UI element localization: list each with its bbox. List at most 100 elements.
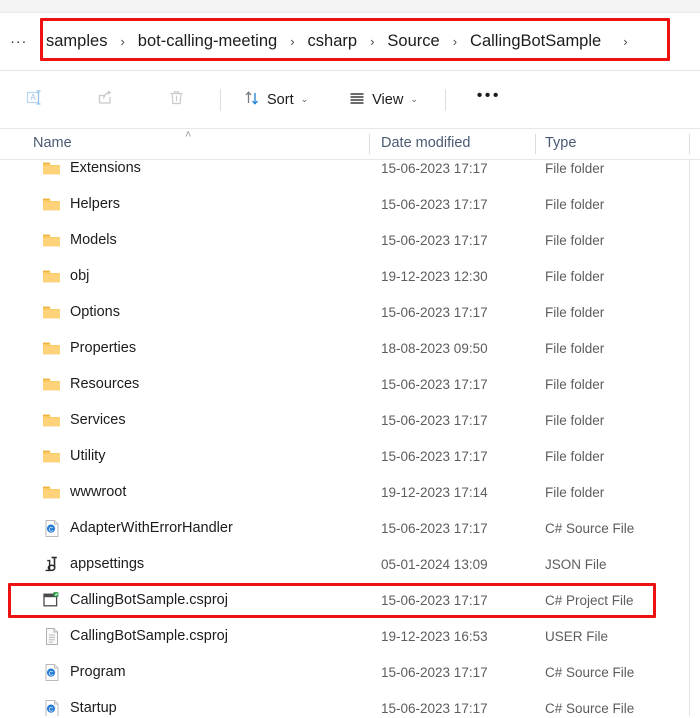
cell-name[interactable]: obj [42, 267, 89, 286]
cell-type: File folder [545, 196, 605, 212]
table-row[interactable]: obj 19-12-2023 12:30 File folder [0, 258, 700, 294]
breadcrumb-trailing-chevron-icon[interactable]: › [609, 34, 632, 49]
see-more-button[interactable]: ••• [461, 83, 517, 117]
table-row[interactable]: Helpers 15-06-2023 17:17 File folder [0, 186, 700, 222]
folder-icon [42, 447, 61, 466]
cell-name[interactable]: C AdapterWithErrorHandler [42, 519, 233, 538]
breadcrumb-item-source[interactable]: Source [379, 29, 447, 54]
cell-name[interactable]: appsettings [42, 555, 144, 574]
cell-date-modified: 18-08-2023 09:50 [381, 340, 488, 356]
csharp-source-icon: C [42, 519, 61, 538]
cell-date-modified: 15-06-2023 17:17 [381, 376, 488, 392]
breadcrumb-item-bot-calling-meeting[interactable]: bot-calling-meeting [130, 29, 285, 54]
csharp-source-icon: C [42, 663, 61, 682]
table-row[interactable]: Extensions 15-06-2023 17:17 File folder [0, 160, 700, 186]
cell-type: File folder [545, 412, 605, 428]
ellipsis-icon: ••• [476, 87, 502, 104]
generic-document-icon [42, 627, 61, 646]
cell-date-modified: 15-06-2023 17:17 [381, 520, 488, 536]
cell-type: File folder [545, 232, 605, 248]
cell-name[interactable]: Properties [42, 339, 136, 358]
cell-date-modified: 15-06-2023 17:17 [381, 664, 488, 680]
table-row[interactable]: C Startup 15-06-2023 17:17 C# Source File [0, 690, 700, 716]
rename-button[interactable]: A [6, 83, 62, 117]
file-name-label: Options [70, 304, 120, 320]
column-header-date-modified[interactable]: Date modified [381, 135, 470, 151]
cell-type: File folder [545, 160, 605, 176]
delete-icon [167, 88, 186, 111]
table-row[interactable]: Options 15-06-2023 17:17 File folder [0, 294, 700, 330]
file-list[interactable]: Extensions 15-06-2023 17:17 File folder Hel… [0, 160, 700, 716]
file-name-label: CallingBotSample.csproj [70, 592, 228, 608]
cell-name[interactable]: Extensions [42, 160, 141, 178]
column-header-type[interactable]: Type [545, 135, 576, 151]
view-lines-icon [348, 89, 366, 111]
folder-icon [42, 267, 61, 286]
breadcrumb-separator-icon: › [290, 34, 295, 49]
table-row[interactable]: Utility 15-06-2023 17:17 File folder [0, 438, 700, 474]
table-row[interactable]: C AdapterWithErrorHandler 15-06-2023 17:17… [0, 510, 700, 546]
column-divider[interactable] [689, 134, 690, 154]
table-row[interactable]: C Program 15-06-2023 17:17 C# Source File [0, 654, 700, 690]
cell-name[interactable]: Options [42, 303, 120, 322]
cell-type: File folder [545, 304, 605, 320]
cell-name[interactable]: Models [42, 231, 117, 250]
csharp-source-icon: C [42, 699, 61, 716]
json-file-icon [42, 555, 61, 574]
file-name-label: obj [70, 268, 90, 284]
cell-name[interactable]: Utility [42, 447, 105, 466]
table-row[interactable]: Resources 15-06-2023 17:17 File folder [0, 366, 700, 402]
breadcrumb-item-csharp[interactable]: csharp [300, 29, 366, 54]
svg-text:C: C [48, 671, 53, 677]
table-row[interactable]: CallingBotSample.csproj 19-12-2023 16:53 U… [0, 618, 700, 654]
column-header-name[interactable]: Name [33, 135, 72, 151]
breadcrumb-item-samples[interactable]: samples [38, 29, 115, 54]
cell-date-modified: 05-01-2024 13:09 [381, 556, 488, 572]
cell-type: File folder [545, 484, 605, 500]
file-name-label: Resources [70, 376, 140, 392]
cell-date-modified: 15-06-2023 17:17 [381, 700, 488, 716]
table-row[interactable]: Models 15-06-2023 17:17 File folder [0, 222, 700, 258]
column-divider[interactable] [369, 134, 370, 154]
cell-name[interactable]: C Startup [42, 699, 117, 716]
breadcrumb-item-callingbotsample[interactable]: CallingBotSample [462, 29, 609, 54]
cell-type: USER File [545, 628, 609, 644]
share-icon [96, 88, 115, 111]
cell-date-modified: 15-06-2023 17:17 [381, 448, 488, 464]
table-row[interactable]: wwwroot 19-12-2023 17:14 File folder [0, 474, 700, 510]
cell-name[interactable]: wwwroot [42, 483, 126, 502]
command-bar: A Sort ⌄ View ⌄ ••• [0, 71, 700, 129]
column-divider[interactable] [535, 134, 536, 154]
folder-icon [42, 339, 61, 358]
folder-icon [42, 195, 61, 214]
breadcrumb-separator-icon: › [370, 34, 375, 49]
cell-date-modified: 15-06-2023 17:17 [381, 592, 488, 608]
cell-name[interactable]: Helpers [42, 195, 120, 214]
chevron-down-icon: ⌄ [300, 94, 309, 104]
cell-type: C# Source File [545, 700, 635, 716]
address-bar[interactable]: ... samples › bot-calling-meeting › csha… [0, 13, 700, 71]
table-row[interactable]: Services 15-06-2023 17:17 File folder [0, 402, 700, 438]
delete-button[interactable] [148, 83, 204, 117]
cell-name[interactable]: Resources [42, 375, 139, 394]
cell-name[interactable]: C Program [42, 663, 126, 682]
cell-name[interactable]: CallingBotSample.csproj [42, 591, 228, 610]
table-row[interactable]: CallingBotSample.csproj 15-06-2023 17:17 C… [0, 582, 700, 618]
cell-date-modified: 15-06-2023 17:17 [381, 412, 488, 428]
table-row[interactable]: appsettings 05-01-2024 13:09 JSON File [0, 546, 700, 582]
sort-arrows-icon [243, 89, 261, 111]
table-row[interactable]: Properties 18-08-2023 09:50 File folder [0, 330, 700, 366]
sort-ascending-indicator-icon: ˄ [185, 129, 192, 141]
sort-button[interactable]: Sort ⌄ [234, 83, 317, 117]
cell-type: File folder [545, 268, 605, 284]
cell-name[interactable]: Services [42, 411, 126, 430]
view-button[interactable]: View ⌄ [339, 83, 427, 117]
breadcrumb-separator-icon: › [452, 34, 458, 49]
share-button[interactable] [77, 83, 133, 117]
file-name-label: Properties [70, 340, 137, 356]
cell-date-modified: 19-12-2023 16:53 [381, 628, 488, 644]
cell-date-modified: 19-12-2023 12:30 [381, 268, 488, 284]
cell-type: C# Source File [545, 520, 635, 536]
breadcrumb-overflow-button[interactable]: ... [0, 31, 38, 50]
cell-name[interactable]: CallingBotSample.csproj [42, 627, 228, 646]
